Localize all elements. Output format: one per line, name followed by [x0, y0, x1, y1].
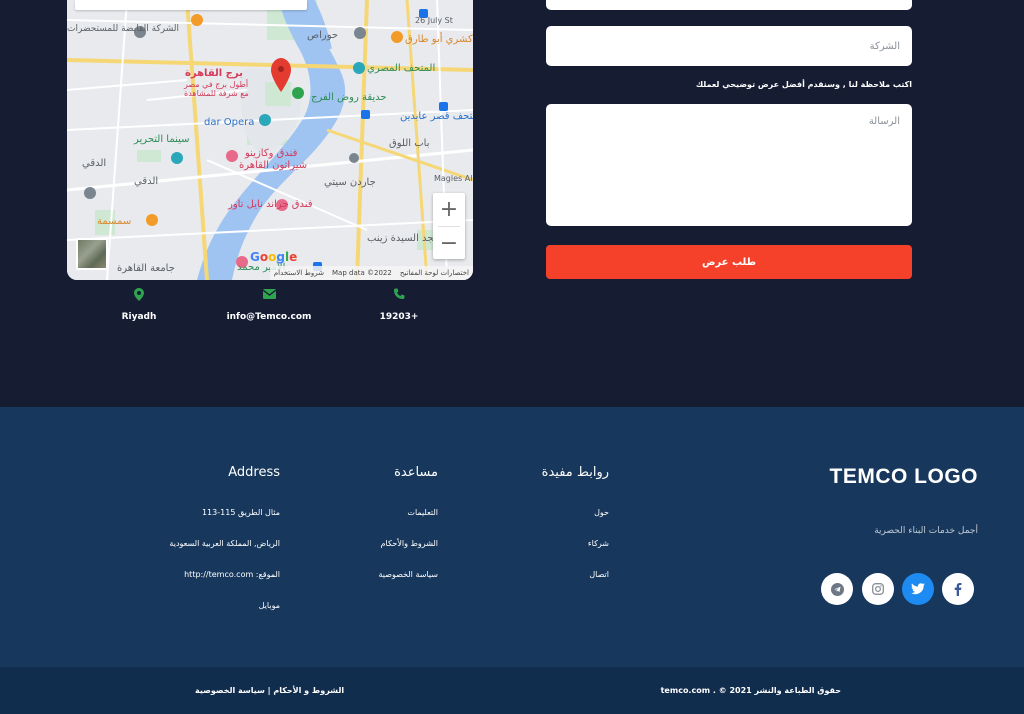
instagram-button[interactable] [862, 573, 894, 605]
terms-link[interactable]: شروط الاستخدام [274, 269, 324, 277]
site-footer: TEMCO LOGO أجمل خدمات البناء الحصرية روا… [0, 407, 1024, 667]
map-label: Magles Al [434, 174, 473, 183]
useful-links-column: روابط مفيدة حول شركاء اتصال [449, 465, 609, 601]
google-letter: G [250, 250, 260, 264]
map-label: شيراتون القاهرة [239, 160, 308, 171]
google-logo: Google [250, 250, 297, 264]
map-data-text: Map data ©2022 [332, 269, 392, 277]
map-label: الشركة القابضة للمستحضرات [67, 24, 179, 34]
footer-tagline: أجمل خدمات البناء الحصرية [874, 526, 978, 536]
map-label: حوراص [307, 30, 339, 41]
map-label: فندق جراند نايل تاور [228, 199, 313, 210]
contact-location: Riyadh [79, 288, 199, 322]
address-mobile: موبايل [258, 601, 280, 610]
map-label: الدقي [134, 176, 159, 187]
map-label: سمسمة [97, 216, 132, 227]
map-label: مع شرفة للمشاهدة [184, 89, 249, 98]
facebook-icon [954, 582, 962, 596]
map-label: جاردن سيتي [324, 177, 376, 188]
legal-links[interactable]: الشروط و الأحكام | سياسة الخصوصية [195, 686, 344, 695]
facebook-button[interactable] [942, 573, 974, 605]
twitter-button[interactable] [902, 573, 934, 605]
google-letter: o [259, 250, 269, 264]
contact-section: برج القاهرة أطول برج في مصر مع شرفة للمش… [0, 0, 1024, 407]
company-input[interactable] [546, 26, 912, 66]
form-note: اكتب ملاحظة لنا , وسنقدم أفضل عرض توضيحي… [695, 80, 912, 89]
map-zoom-controls: + − [433, 193, 465, 259]
footer-link-about[interactable]: حول [449, 508, 609, 517]
location-text: Riyadh [121, 312, 157, 322]
map-label: متحف قصر عابدين [400, 111, 473, 122]
company-field[interactable] [546, 26, 912, 66]
contact-phone[interactable]: 19203+ [339, 288, 459, 322]
contact-email[interactable]: info@Temco.com [209, 288, 329, 322]
map-label: المتحف المصري [367, 63, 436, 74]
address-title: Address [228, 465, 280, 480]
satellite-toggle[interactable] [76, 238, 108, 270]
useful-links-title: روابط مفيدة [541, 465, 609, 480]
map-label: برج القاهرة [185, 68, 243, 79]
zoom-in-button[interactable]: + [433, 193, 465, 226]
address-line: مثال الطريق 115-113 [201, 508, 280, 517]
map-embed[interactable]: برج القاهرة أطول برج في مصر مع شرفة للمش… [67, 0, 473, 280]
map-label: الدقي [82, 158, 107, 169]
footer-link-privacy[interactable]: سياسة الخصوصية [278, 570, 438, 579]
footer-link-faq[interactable]: التعليمات [278, 508, 438, 517]
map-label: حديقة روض الفرج [311, 92, 387, 103]
keyboard-shortcuts-link[interactable]: اختصارات لوحة المفاتيح [400, 269, 469, 277]
google-letter: e [289, 250, 298, 264]
copyright-text: حقوق الطباعة والنشر 2021 © . temco.com [660, 686, 841, 695]
help-column: مساعدة التعليمات الشروط والأحكام سياسة ا… [278, 465, 438, 601]
footer-link-partners[interactable]: شركاء [449, 539, 609, 548]
footer-logo[interactable]: TEMCO LOGO [830, 465, 979, 489]
instagram-icon [872, 583, 884, 595]
zoom-out-button[interactable]: − [433, 227, 465, 260]
help-title: مساعدة [394, 465, 438, 480]
previous-field[interactable] [546, 0, 912, 10]
request-quote-button[interactable]: طلب عرض [546, 245, 912, 279]
map-label: 26 July St [415, 16, 453, 25]
footer-bottom-bar: حقوق الطباعة والنشر 2021 © . temco.com ا… [0, 667, 1024, 714]
envelope-icon [209, 288, 329, 306]
google-letter: g [276, 250, 285, 264]
phone-icon [339, 288, 459, 306]
twitter-icon [911, 583, 925, 595]
map-info-card [75, 0, 307, 10]
map-label: جامعة القاهرة [117, 263, 175, 274]
contact-info: Riyadh info@Temco.com 19203+ [67, 288, 473, 328]
map-label: باب اللوق [389, 138, 430, 149]
map-label: فندق وكازينو [245, 148, 298, 159]
telegram-button[interactable] [821, 573, 853, 605]
map-label: dar Opera [204, 117, 255, 128]
map-pin-icon [79, 288, 199, 306]
address-line: الرياض, المملكة العربية السعودية [169, 539, 280, 548]
phone-text: 19203+ [379, 312, 419, 322]
footer-link-contact[interactable]: اتصال [449, 570, 609, 579]
footer-link-terms[interactable]: الشروط والأحكام [278, 539, 438, 548]
address-website[interactable]: الموقع: http://temco.com [80, 570, 280, 579]
email-text: info@Temco.com [226, 312, 312, 322]
message-field[interactable] [546, 104, 912, 226]
map-label: أطول برج في مصر [184, 80, 249, 89]
telegram-icon [830, 582, 844, 596]
message-textarea[interactable] [546, 104, 912, 226]
map-attribution: اختصارات لوحة المفاتيح Map data ©2022 شر… [269, 266, 473, 280]
map-label: كشري أبو طارق [405, 34, 473, 45]
map-label: سينما التحرير [134, 134, 190, 145]
address-column: Address مثال الطريق 115-113 الرياض, المم… [80, 465, 280, 632]
